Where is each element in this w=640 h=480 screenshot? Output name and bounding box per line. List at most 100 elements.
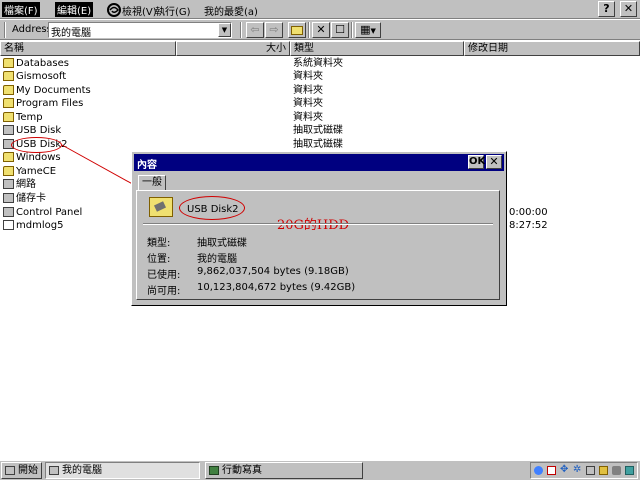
menu-view[interactable]: 檢視(V) (122, 3, 157, 18)
file-name: My Documents (16, 85, 91, 96)
forward-button[interactable]: ⇨ (265, 22, 283, 38)
file-date: 8:27:52 (509, 220, 548, 231)
dialog-title: 內容 (137, 160, 157, 171)
column-date[interactable]: 修改日期 (464, 41, 640, 56)
menu-edit[interactable]: 編輯(E) (55, 2, 94, 17)
folder-icon (3, 166, 14, 176)
column-name[interactable]: 名稱 (0, 41, 176, 56)
drive-icon (149, 197, 173, 217)
list-header: 名稱 大小 類型 修改日期 (0, 41, 640, 56)
file-name: Databases (16, 58, 69, 69)
up-folder-button[interactable] (288, 22, 306, 38)
address-label: Address (12, 24, 52, 35)
device-icon[interactable] (612, 466, 621, 475)
prop-location-label: 位置: (147, 254, 171, 265)
file-type: 資料夾 (293, 112, 323, 123)
prop-free-label: 尚可用: (147, 286, 181, 297)
file-type: 抽取式磁碟 (293, 139, 343, 150)
file-date: 0:00:00 (509, 207, 548, 218)
back-button[interactable]: ⇦ (246, 22, 264, 38)
file-name: 儲存卡 (16, 193, 46, 204)
annotation-ellipse (11, 137, 62, 153)
task-label: 行動寫真 (222, 465, 262, 476)
help-button[interactable]: ? (598, 1, 615, 17)
folder-icon (3, 152, 14, 162)
prop-free-value: 10,123,804,672 bytes (9.42GB) (197, 282, 356, 293)
close-button[interactable]: ✕ (620, 1, 637, 17)
toolbar-separator (240, 22, 242, 38)
prop-used-value: 9,862,037,504 bytes (9.18GB) (197, 266, 349, 277)
views-button[interactable]: ▦▼ (355, 22, 381, 38)
file-name: Temp (16, 112, 43, 123)
menu-go[interactable]: 執行(G) (155, 3, 191, 18)
chevron-down-icon: ▼ (370, 27, 376, 35)
network-icon[interactable] (625, 466, 634, 475)
file-name: Program Files (16, 98, 84, 109)
properties-button[interactable]: ☐ (331, 22, 349, 38)
file-type: 系統資料夾 (293, 58, 343, 69)
delete-button[interactable]: ✕ (312, 22, 330, 38)
folder-icon (3, 112, 14, 122)
app-icon[interactable] (586, 466, 595, 475)
column-size[interactable]: 大小 (176, 41, 290, 56)
column-type[interactable]: 類型 (290, 41, 464, 56)
scribble-mark (107, 3, 121, 17)
prop-location-value: 我的電腦 (197, 254, 237, 265)
file-name: Control Panel (16, 207, 83, 218)
computer-icon (49, 466, 59, 475)
start-button[interactable]: 開始 (1, 462, 42, 479)
list-item[interactable]: Temp 資料夾 (0, 111, 640, 124)
list-item[interactable]: Program Files 資料夾 (0, 97, 640, 110)
list-item[interactable]: Databases 系統資料夾 (0, 57, 640, 70)
task-label: 我的電腦 (62, 465, 102, 476)
dialog-title-bar: 內容 OK ✕ (134, 154, 504, 171)
folder-icon (3, 71, 14, 81)
taskbar: 開始 我的電腦 行動寫真 ✥ ✲ (0, 460, 640, 480)
settings-icon[interactable]: ✲ (573, 464, 582, 475)
network-folder-icon (3, 179, 14, 189)
list-item[interactable]: Gismosoft 資料夾 (0, 70, 640, 83)
menu-file[interactable]: 檔案(F) (2, 2, 40, 17)
folder-icon (3, 85, 14, 95)
tab-general[interactable]: 一般 (138, 175, 166, 191)
list-item[interactable]: My Documents 資料夾 (0, 84, 640, 97)
folder-up-icon (291, 26, 303, 35)
list-item[interactable]: USB Disk 抽取式磁碟 (0, 124, 640, 137)
move-icon[interactable]: ✥ (560, 464, 569, 475)
dialog-panel: USB Disk2 20G的HDD 類型: 抽取式磁碟 位置: 我的電腦 已使用… (136, 190, 500, 300)
close-icon[interactable]: ✕ (486, 155, 502, 169)
list-item[interactable]: USB Disk2 抽取式磁碟 (0, 138, 640, 151)
file-type: 資料夾 (293, 85, 323, 96)
file-name: YameCE (16, 166, 57, 177)
chevron-down-icon[interactable]: ▼ (218, 23, 231, 37)
views-icon: ▦ (360, 23, 371, 36)
annotation-ellipse (179, 196, 245, 220)
menu-favorites[interactable]: 我的最愛(a) (204, 3, 258, 18)
storage-card-icon (3, 193, 14, 203)
task-my-computer[interactable]: 我的電腦 (45, 462, 200, 479)
drive-icon (3, 125, 14, 135)
toolbar-separator (4, 22, 6, 38)
windows-logo-icon (5, 466, 15, 475)
file-name: 網路 (16, 179, 36, 190)
file-name: Gismosoft (16, 71, 67, 82)
database-folder-icon (3, 58, 14, 68)
file-name: USB Disk (16, 125, 62, 136)
prop-type-label: 類型: (147, 238, 171, 249)
globe-icon[interactable] (534, 466, 543, 475)
system-tray: ✥ ✲ (530, 462, 638, 479)
toolbar-separator (308, 22, 310, 38)
prop-used-label: 已使用: (147, 270, 181, 281)
properties-dialog: 內容 OK ✕ 一般 USB Disk2 20G的HDD 類型: 抽取式磁碟 位… (131, 151, 507, 306)
file-type: 資料夾 (293, 71, 323, 82)
window-icon[interactable] (547, 466, 556, 475)
notepad-icon[interactable] (599, 466, 608, 475)
toolbar: Address 我的電腦 ▼ ⇦ ⇨ ✕ ☐ ▦▼ (0, 20, 640, 40)
control-panel-icon (3, 207, 14, 217)
ok-button[interactable]: OK (468, 155, 485, 169)
file-icon (3, 220, 14, 230)
address-field[interactable]: 我的電腦 ▼ (48, 22, 232, 39)
task-photo-app[interactable]: 行動寫真 (205, 462, 363, 479)
folder-icon (3, 98, 14, 108)
file-type: 抽取式磁碟 (293, 125, 343, 136)
